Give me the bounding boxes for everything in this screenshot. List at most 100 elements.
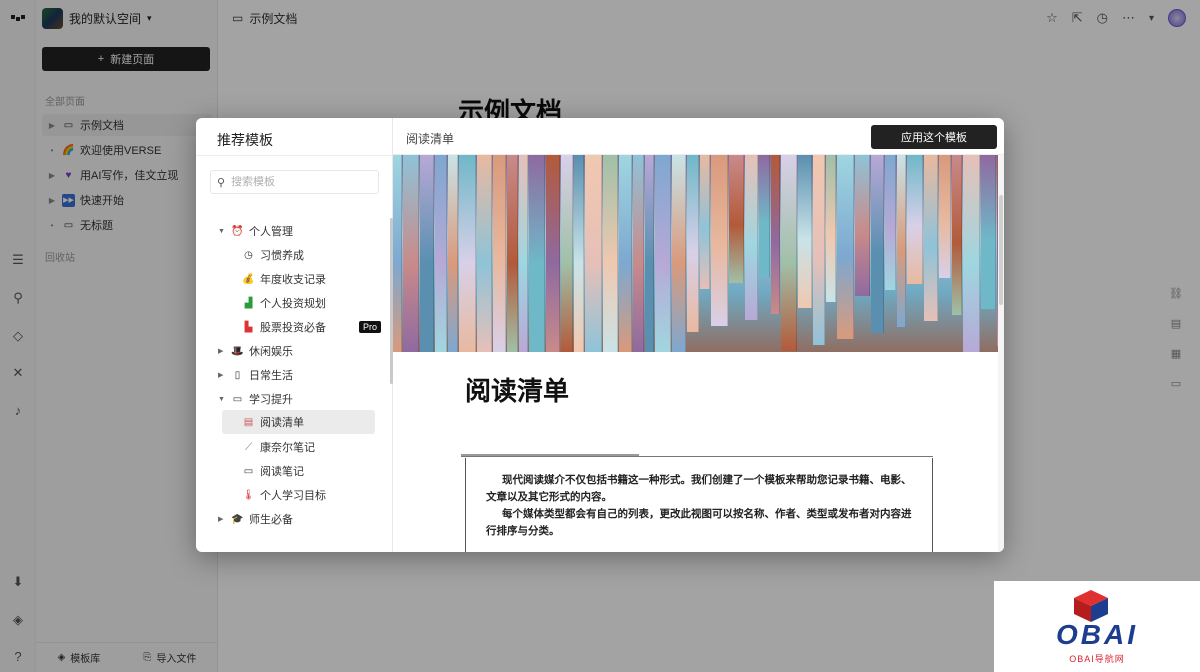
search-icon: ⚲ [217, 176, 226, 189]
cover-strip [952, 155, 962, 315]
cover-strip [897, 155, 906, 327]
tree-category[interactable]: ▶ ▯ 日常生活 [218, 364, 293, 386]
preview-paragraph: 每个媒体类型都会有自己的列表，更改此视图可以按名称、作者、类型或发布者对内容进行… [486, 508, 912, 537]
caret-down-icon[interactable]: ▼ [218, 228, 226, 235]
watermark-logo-text: OBAI [1056, 619, 1138, 650]
preview-callout: 现代阅读媒介不仅包括书籍这一种形式。我们创建了一个模板来帮助您记录书籍、电影、文… [465, 458, 933, 552]
cover-strip [924, 155, 938, 321]
apply-template-button[interactable]: 应用这个模板 [871, 125, 997, 149]
tree-category[interactable]: ▶ 🎩 休闲娱乐 [218, 340, 293, 362]
caret-right-icon[interactable]: ▶ [218, 371, 226, 379]
tree-item[interactable]: ▭ 阅读笔记 [242, 460, 304, 482]
caret-down-icon[interactable]: ▼ [218, 396, 226, 403]
cover-strip [519, 155, 528, 352]
clock-icon: ◷ [244, 249, 253, 261]
watermark: OBAI OBAI导航网 [994, 581, 1200, 672]
calendar-icon: ▯ [234, 369, 241, 381]
tree-label: 习惯养成 [260, 250, 304, 262]
cover-strip [574, 155, 584, 352]
cover-strip [939, 155, 951, 278]
tree-item[interactable]: 🌡 个人学习目标 [242, 484, 326, 506]
cover-strip [855, 155, 870, 296]
tree-label: 学习提升 [249, 394, 293, 406]
template-preview-pane: 阅读清单 应用这个模板 阅读清单 现代阅读媒介不仅包括书籍这一种形式。我们创建了… [393, 118, 1004, 552]
cover-strip [529, 155, 545, 352]
graduation-cap-icon: 🎓 [231, 513, 244, 525]
pro-badge: Pro [359, 321, 382, 333]
cover-strip [655, 155, 671, 352]
cover-strip [561, 155, 573, 352]
alarm-clock-icon: ⏰ [231, 225, 244, 237]
books-icon: ▤ [243, 416, 254, 428]
tree-category[interactable]: ▼ ▭ 学习提升 [218, 388, 293, 410]
cover-strip [619, 155, 632, 352]
tree-label: 师生必备 [249, 514, 293, 526]
cover-strip [403, 155, 419, 352]
cover-strip [871, 155, 884, 333]
cover-strip [672, 155, 686, 352]
cover-strip [687, 155, 699, 332]
template-sidebar-title: 推荐模板 [217, 132, 273, 148]
divider [461, 456, 933, 457]
cover-strip [507, 155, 518, 352]
preview-title: 阅读清单 [465, 376, 570, 406]
caret-right-icon[interactable]: ▶ [218, 515, 226, 523]
preview-scrollbar[interactable] [998, 155, 1004, 552]
money-bag-icon: 💰 [242, 273, 255, 285]
tree-label: 股票投资必备 [260, 322, 326, 334]
cover-strip [448, 155, 458, 352]
cover-strip [837, 155, 854, 339]
tree-label: 年度收支记录 [260, 274, 326, 286]
cover-strip [781, 155, 797, 351]
tree-label: 个人管理 [249, 226, 293, 238]
cover-strip [633, 155, 644, 352]
tree-label: 康奈尔笔记 [260, 442, 315, 454]
monitor-icon: ▭ [232, 393, 243, 405]
cover-strip [813, 155, 825, 345]
cover-strip [826, 155, 836, 302]
tree-label: 休闲娱乐 [249, 346, 293, 358]
cover-strip [798, 155, 812, 308]
cover-strip [585, 155, 602, 352]
tree-label: 日常生活 [249, 370, 293, 382]
cover-strip [885, 155, 896, 290]
tree-category[interactable]: ▶ 🎓 师生必备 [218, 508, 293, 530]
cover-strip [711, 155, 728, 326]
tree-item[interactable]: ⟋ 康奈尔笔记 [242, 436, 315, 458]
tree-item[interactable]: 💰 年度收支记录 [242, 268, 326, 290]
cover-strip [603, 155, 618, 352]
cover-strip [493, 155, 506, 352]
cover-strip [907, 155, 923, 284]
tree-item-selected[interactable]: ▤ 阅读清单 [222, 410, 375, 434]
watermark-subtitle: OBAI导航网 [1069, 654, 1125, 664]
tree-label: 阅读清单 [260, 417, 304, 429]
cover-strip [477, 155, 492, 352]
monitor-icon: ▭ [243, 465, 254, 477]
caret-right-icon[interactable]: ▶ [218, 347, 226, 355]
thermometer-icon: 🌡 [242, 489, 255, 501]
cover-strip [546, 155, 560, 352]
preview-document: 阅读清单 现代阅读媒介不仅包括书籍这一种形式。我们创建了一个模板来帮助您记录书籍… [393, 352, 998, 552]
cover-strip [700, 155, 710, 289]
cube-logo-icon [1074, 590, 1108, 622]
tree-category[interactable]: ▼ ⏰ 个人管理 [218, 220, 293, 242]
template-modal: 推荐模板 ⚲ ▼ ⏰ 个人管理 ◷ 习惯养成 💰 年度收支记录 ▟ 个人投资规划 [196, 118, 1004, 552]
template-search[interactable]: ⚲ [210, 170, 379, 194]
preview-header-title: 阅读清单 [406, 132, 455, 146]
cover-strip [963, 155, 980, 352]
preview-header: 阅读清单 应用这个模板 [393, 118, 1004, 155]
cover-strip [759, 155, 770, 277]
cover-strip [771, 155, 780, 314]
template-search-input[interactable] [231, 176, 362, 188]
cover-image [393, 155, 998, 352]
tree-item[interactable]: ◷ 习惯养成 [242, 244, 304, 266]
template-sidebar: 推荐模板 ⚲ ▼ ⏰ 个人管理 ◷ 习惯养成 💰 年度收支记录 ▟ 个人投资规划 [196, 118, 393, 552]
cover-strip [729, 155, 744, 283]
tree-label: 阅读笔记 [260, 466, 304, 478]
chart-up-icon: ▟ [244, 297, 253, 309]
tree-item[interactable]: ▟ 个人投资规划 [242, 292, 326, 314]
tree-label: 个人学习目标 [260, 490, 326, 502]
cover-strip [420, 155, 434, 352]
pen-icon: ⟋ [245, 441, 252, 453]
tree-item[interactable]: ▙ 股票投资必备 Pro [242, 316, 382, 338]
